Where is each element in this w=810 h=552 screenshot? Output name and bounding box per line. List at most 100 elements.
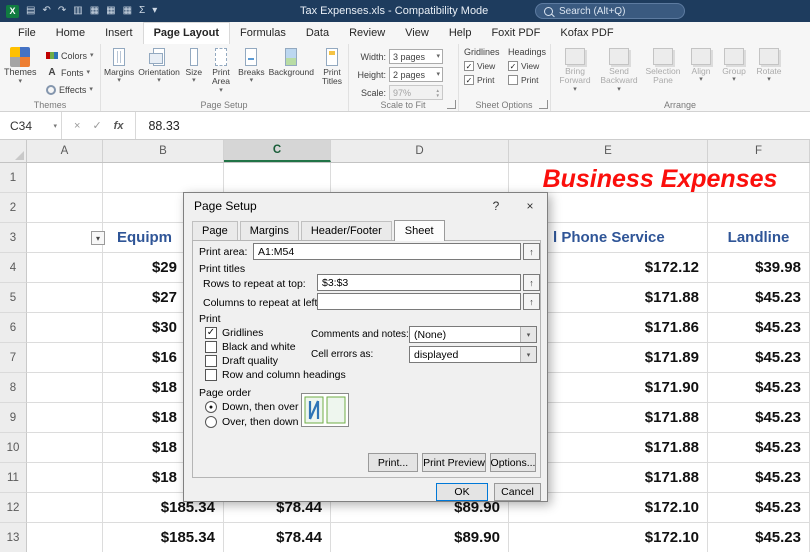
theme-effects-button[interactable]: Effects ▾ — [46, 81, 94, 98]
redo-icon[interactable]: ↷ — [58, 6, 66, 16]
filter-dropdown-icon[interactable]: ▾ — [91, 231, 105, 245]
row-header[interactable]: 12 — [0, 493, 27, 523]
formula-input[interactable]: 88.33 — [136, 119, 179, 133]
gridlines-view-checkbox[interactable]: ✓ View — [464, 59, 500, 73]
row-header[interactable]: 8 — [0, 373, 27, 403]
group-button[interactable]: Group ▾ — [718, 46, 750, 83]
ok-button[interactable]: OK — [436, 483, 488, 501]
gridlines-print-checkbox[interactable]: ✓ Print — [464, 73, 500, 87]
print-preview-button[interactable]: Print Preview — [422, 453, 486, 472]
dialog-tab-sheet[interactable]: Sheet — [394, 220, 445, 241]
height-combo[interactable]: 2 pages ▾ — [389, 67, 443, 82]
cell[interactable]: Landline — [708, 223, 810, 253]
cell[interactable]: $45.23 — [708, 373, 810, 403]
cell[interactable] — [708, 193, 810, 223]
dialog-close-button[interactable]: × — [513, 193, 547, 219]
cell[interactable] — [27, 433, 103, 463]
cell[interactable] — [27, 523, 103, 552]
print-area-button[interactable]: Print Area ▾ — [206, 46, 236, 94]
draft-quality-checkbox[interactable]: Draft quality — [205, 355, 278, 367]
black-and-white-checkbox[interactable]: Black and white — [205, 341, 296, 353]
dialog-tab-page[interactable]: Page — [192, 221, 238, 240]
tab-insert[interactable]: Insert — [95, 22, 143, 44]
print-area-field[interactable]: A1:M54 — [253, 243, 521, 260]
undo-icon[interactable]: ↶ — [42, 6, 50, 16]
sum-icon[interactable]: Σ — [139, 6, 145, 16]
background-button[interactable]: Background — [267, 46, 316, 77]
over-then-down-radio[interactable]: Over, then down — [205, 416, 298, 428]
row-header[interactable]: 7 — [0, 343, 27, 373]
cell[interactable] — [27, 373, 103, 403]
cancel-button[interactable]: Cancel — [494, 483, 541, 501]
collapse-dialog-icon[interactable]: ↑ — [523, 243, 540, 260]
cell[interactable] — [27, 253, 103, 283]
cell[interactable]: $45.23 — [708, 343, 810, 373]
insert-columns-icon[interactable]: ▦ — [123, 6, 132, 16]
cell-errors-dropdown[interactable]: displayed ▾ — [409, 346, 537, 363]
cell[interactable] — [27, 193, 103, 223]
dialog-help-button[interactable]: ? — [479, 193, 513, 219]
cell[interactable] — [224, 163, 331, 193]
tab-kofax-pdf[interactable]: Kofax PDF — [550, 22, 623, 44]
cell[interactable] — [27, 463, 103, 493]
collapse-dialog-icon[interactable]: ↑ — [523, 274, 540, 291]
cell[interactable]: $78.44 — [224, 523, 331, 552]
send-backward-button[interactable]: Send Backward ▾ — [598, 46, 640, 93]
cell[interactable] — [27, 313, 103, 343]
dialog-tab-margins[interactable]: Margins — [240, 221, 299, 240]
insert-function-icon[interactable]: fx — [114, 120, 124, 132]
cell[interactable]: $45.23 — [708, 313, 810, 343]
column-header-f[interactable]: F — [708, 140, 810, 162]
tab-home[interactable]: Home — [46, 22, 95, 44]
rows-repeat-field[interactable]: $3:$3 — [317, 274, 521, 291]
row-header[interactable]: 5 — [0, 283, 27, 313]
breaks-button[interactable]: Breaks ▾ — [236, 46, 266, 84]
cell[interactable]: $45.23 — [708, 283, 810, 313]
width-combo[interactable]: 3 pages ▾ — [389, 49, 443, 64]
cell[interactable] — [27, 283, 103, 313]
headings-print-checkbox[interactable]: Print — [508, 73, 546, 87]
cancel-icon[interactable]: × — [74, 120, 80, 132]
qat-more-icon[interactable]: ▾ — [152, 6, 157, 16]
cell[interactable]: $39.98 — [708, 253, 810, 283]
row-column-headings-checkbox[interactable]: Row and column headings — [205, 369, 346, 381]
cell[interactable]: $89.90 — [331, 523, 509, 552]
size-button[interactable]: Size ▾ — [182, 46, 206, 84]
rotate-button[interactable]: Rotate ▾ — [752, 46, 786, 83]
cell[interactable]: $45.23 — [708, 493, 810, 523]
row-header[interactable]: 2 — [0, 193, 27, 223]
row-header[interactable]: 6 — [0, 313, 27, 343]
insert-cells-icon[interactable]: ▦ — [90, 6, 99, 16]
dialog-tab-header-footer[interactable]: Header/Footer — [301, 221, 392, 240]
themes-button[interactable]: Themes ▾ — [4, 47, 37, 85]
margins-button[interactable]: Margins ▾ — [102, 46, 136, 84]
tab-file[interactable]: File — [8, 22, 46, 44]
enter-icon[interactable]: ✓ — [92, 119, 101, 132]
selection-pane-button[interactable]: Selection Pane — [642, 46, 684, 86]
tab-foxit-pdf[interactable]: Foxit PDF — [481, 22, 550, 44]
row-header[interactable]: 11 — [0, 463, 27, 493]
tab-formulas[interactable]: Formulas — [230, 22, 296, 44]
row-header[interactable]: 3 — [0, 223, 27, 253]
cols-repeat-field[interactable] — [317, 293, 521, 310]
cell[interactable] — [27, 403, 103, 433]
tab-help[interactable]: Help — [439, 22, 482, 44]
headings-view-checkbox[interactable]: ✓ View — [508, 59, 546, 73]
cell[interactable] — [27, 493, 103, 523]
tab-page-layout[interactable]: Page Layout — [143, 22, 230, 44]
column-header-b[interactable]: B — [103, 140, 224, 162]
column-header-c[interactable]: C — [224, 140, 331, 162]
print-titles-button[interactable]: Print Titles — [316, 46, 348, 87]
tab-data[interactable]: Data — [296, 22, 339, 44]
column-header-e[interactable]: E — [509, 140, 708, 162]
cell[interactable]: $45.23 — [708, 433, 810, 463]
row-header[interactable]: 9 — [0, 403, 27, 433]
row-header[interactable]: 4 — [0, 253, 27, 283]
select-all-button[interactable] — [0, 140, 27, 162]
paste-icon[interactable]: ▥ — [73, 6, 82, 16]
cell[interactable] — [331, 163, 509, 193]
cell[interactable]: $185.34 — [103, 523, 224, 552]
options-button[interactable]: Options... — [490, 453, 536, 472]
down-then-over-radio[interactable]: ● Down, then over — [205, 401, 298, 413]
cell[interactable] — [103, 163, 224, 193]
